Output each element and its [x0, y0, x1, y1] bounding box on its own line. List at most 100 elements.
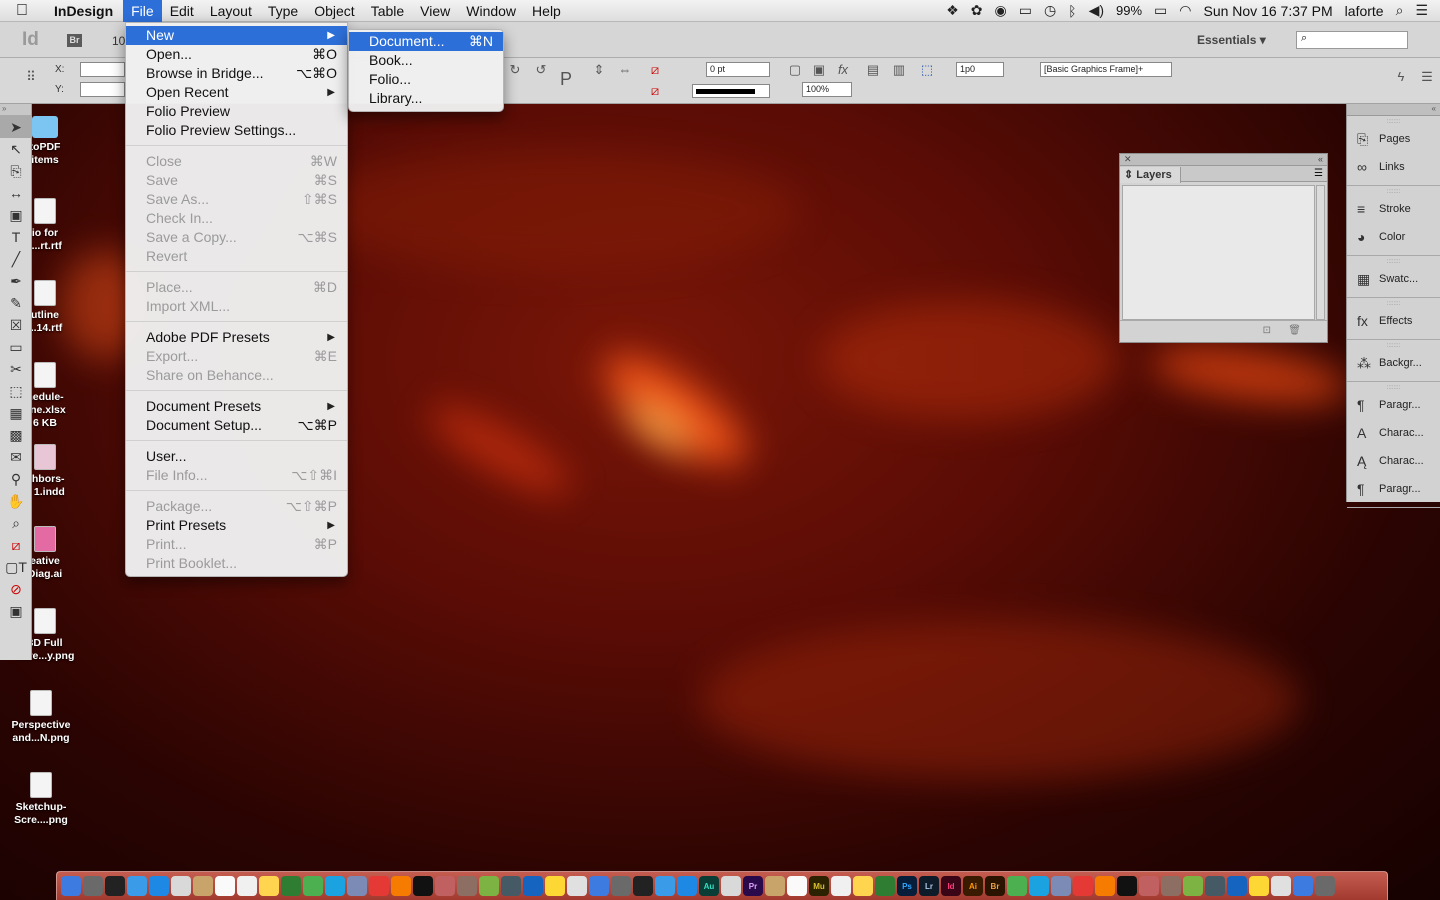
rotate-ccw-icon[interactable]: ↺ — [532, 61, 550, 79]
dock-app-icon[interactable] — [61, 876, 81, 896]
free-transform-tool-icon[interactable]: ⬚ — [0, 380, 32, 402]
dock-app-icon[interactable] — [721, 876, 741, 896]
zoom-level[interactable]: 10 — [112, 34, 125, 48]
apply-none-icon[interactable]: ⊘ — [0, 578, 32, 600]
dock-app-icon[interactable] — [1227, 876, 1247, 896]
help-search-input[interactable]: ⌕ — [1296, 31, 1408, 49]
clock[interactable]: Sun Nov 16 7:37 PM — [1203, 3, 1332, 19]
dock-app-icon[interactable] — [1139, 876, 1159, 896]
menu-help[interactable]: Help — [524, 0, 569, 22]
stroke-weight-field[interactable]: 0 pt — [706, 62, 770, 77]
dock-app-icon[interactable] — [1007, 876, 1027, 896]
dock-app-icon[interactable] — [655, 876, 675, 896]
opacity-field[interactable]: 100% — [802, 82, 852, 97]
x-field[interactable] — [80, 62, 125, 77]
stroke-none-icon[interactable]: ⧄ — [646, 82, 664, 100]
dock-app-icon[interactable] — [875, 876, 895, 896]
layers-panel-header[interactable]: ✕ « — [1120, 154, 1327, 166]
desktop-item[interactable]: Sketchup- Scre....png — [1, 772, 81, 827]
text-frame-icon[interactable]: P — [557, 70, 575, 88]
creative-cloud-icon[interactable]: ◉ — [994, 2, 1006, 19]
panel-dock-collapse-icon[interactable]: « — [1347, 104, 1440, 116]
dock-app-icon[interactable] — [611, 876, 631, 896]
dock-app-mu-icon[interactable]: Mu — [809, 876, 829, 896]
dock-app-icon[interactable] — [567, 876, 587, 896]
dock-app-ai-icon[interactable]: Ai — [963, 876, 983, 896]
auto-fit-icon[interactable]: ⬚ — [918, 61, 936, 79]
dock-app-icon[interactable] — [369, 876, 389, 896]
eyedropper-tool-icon[interactable]: ⚲ — [0, 468, 32, 490]
dock-app-icon[interactable] — [105, 876, 125, 896]
menu-item-folio-preview[interactable]: Folio Preview — [126, 102, 347, 121]
effects-icon[interactable]: fx — [834, 61, 852, 79]
gradient-tool-icon[interactable]: ▦ — [0, 402, 32, 424]
formatting-affects-icon[interactable]: ▢T — [0, 556, 32, 578]
submenu-item-library[interactable]: Library... — [349, 89, 503, 108]
submenu-item-document[interactable]: Document... ⌘N — [349, 32, 503, 51]
quick-apply-icon[interactable]: ϟ — [1392, 68, 1410, 86]
airplay-icon[interactable]: ▭ — [1019, 2, 1032, 19]
panel-button-character[interactable]: A Charac... — [1347, 419, 1440, 447]
dock-app-icon[interactable] — [1161, 876, 1181, 896]
pencil-tool-icon[interactable]: ✎ — [0, 292, 32, 314]
panel-menu-icon[interactable]: ☰ — [1418, 68, 1436, 86]
menu-item-document-presets[interactable]: Document Presets ▶ — [126, 397, 347, 416]
panel-button-background[interactable]: ⁂ Backgr... — [1347, 349, 1440, 377]
reference-point-icon[interactable]: ⠿ — [22, 68, 40, 86]
menu-item-open-recent[interactable]: Open Recent ▶ — [126, 83, 347, 102]
text-wrap-icon[interactable]: ▤ — [864, 61, 882, 79]
zoom-tool-icon[interactable]: ⌕ — [0, 512, 32, 534]
wifi-icon[interactable]: ◠ — [1179, 2, 1191, 19]
app-menu[interactable]: InDesign — [44, 3, 123, 19]
dock-app-icon[interactable] — [193, 876, 213, 896]
flip-vertical-icon[interactable]: ⇔ — [616, 61, 634, 79]
battery-icon[interactable]: ▭ — [1154, 2, 1167, 19]
dock-app-icon[interactable] — [479, 876, 499, 896]
workspace-switcher[interactable]: Essentials ▾ — [1197, 33, 1266, 47]
dock-app-icon[interactable] — [787, 876, 807, 896]
hand-tool-icon[interactable]: ✋ — [0, 490, 32, 512]
line-tool-icon[interactable]: ╱ — [0, 248, 32, 270]
delete-layer-icon[interactable]: 🗑 — [1288, 325, 1301, 336]
volume-icon[interactable]: ◀︎) — [1089, 2, 1104, 19]
menu-view[interactable]: View — [412, 0, 458, 22]
paw-icon[interactable]: ✿ — [971, 2, 983, 19]
panel-button-color[interactable]: ◕ Color — [1347, 223, 1440, 251]
scissors-tool-icon[interactable]: ✂ — [0, 358, 32, 380]
dock-app-icon[interactable] — [765, 876, 785, 896]
panel-button-paragraph[interactable]: ¶ Paragr... — [1347, 391, 1440, 419]
dock-app-icon[interactable] — [259, 876, 279, 896]
dock-app-icon[interactable] — [303, 876, 323, 896]
rectangle-tool-icon[interactable]: ▭ — [0, 336, 32, 358]
menu-item-print-presets[interactable]: Print Presets ▶ — [126, 516, 347, 535]
dock-app-icon[interactable] — [171, 876, 191, 896]
panel-button-effects[interactable]: fx Effects — [1347, 307, 1440, 335]
drop-shadow-icon[interactable]: ▢ — [786, 61, 804, 79]
panel-button-pages[interactable]: ⎘ Pages — [1347, 125, 1440, 153]
dock-app-icon[interactable] — [677, 876, 697, 896]
menu-item-document-setup[interactable]: Document Setup... ⌥⌘P — [126, 416, 347, 435]
user-name[interactable]: laforte — [1345, 3, 1384, 19]
menu-object[interactable]: Object — [306, 0, 362, 22]
selection-tool-icon[interactable]: ➤ — [0, 116, 32, 138]
menu-item-browse-in-bridge[interactable]: Browse in Bridge... ⌥⌘O — [126, 64, 347, 83]
dock-app-lr-icon[interactable]: Lr — [919, 876, 939, 896]
submenu-item-folio[interactable]: Folio... — [349, 70, 503, 89]
note-tool-icon[interactable]: ✉ — [0, 446, 32, 468]
dock-app-icon[interactable] — [435, 876, 455, 896]
screen-mode-icon[interactable]: ▣ — [0, 600, 32, 622]
dock-app-icon[interactable] — [391, 876, 411, 896]
dock-app-ps-icon[interactable]: Ps — [897, 876, 917, 896]
gap-field[interactable]: 1p0 — [956, 62, 1004, 77]
gradient-feather-tool-icon[interactable]: ▩ — [0, 424, 32, 446]
object-style-select[interactable]: [Basic Graphics Frame]+ — [1040, 62, 1172, 77]
dock-app-icon[interactable] — [1095, 876, 1115, 896]
dock-app-icon[interactable] — [413, 876, 433, 896]
panel-button-swatches[interactable]: ▦ Swatc... — [1347, 265, 1440, 293]
dock-app-icon[interactable] — [1073, 876, 1093, 896]
pen-tool-icon[interactable]: ✒ — [0, 270, 32, 292]
time-machine-icon[interactable]: ◷ — [1044, 2, 1056, 19]
y-field[interactable] — [80, 82, 125, 97]
layers-tab[interactable]: ⇕ Layers — [1120, 167, 1181, 183]
dropbox-icon[interactable]: ❖ — [946, 2, 959, 19]
